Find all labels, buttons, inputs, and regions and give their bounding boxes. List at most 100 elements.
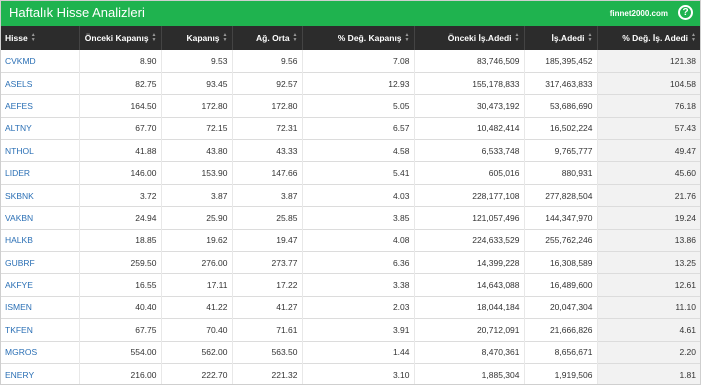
table-row[interactable]: VAKBN 24.94 25.90 25.85 3.85 121,057,496 144,3… <box>1 206 700 230</box>
table-cell: 554.00 <box>79 341 162 364</box>
column-header-5[interactable]: Önceki İş.Adedi ▲ ▼ <box>414 26 525 50</box>
sort-icon[interactable]: ▲ ▼ <box>588 33 593 43</box>
table-cell: 19.62 <box>161 229 233 252</box>
stock-symbol-link[interactable]: ALTNY <box>1 117 80 140</box>
table-cell: 18,044,184 <box>414 296 525 319</box>
sort-icon[interactable]: ▲ ▼ <box>515 33 520 43</box>
table-cell: 4.61 <box>597 318 700 342</box>
stock-table: Hisse ▲ ▼ Önceki Kapanış ▲ ▼ Kapanış ▲ ▼ Ağ. Orta… <box>1 26 700 384</box>
column-header-3[interactable]: Ağ. Orta ▲ ▼ <box>232 26 303 50</box>
table-cell: 10,482,414 <box>414 117 525 140</box>
table-cell: 19.47 <box>232 229 303 252</box>
stock-symbol-link[interactable]: HALKB <box>1 229 80 252</box>
widget-header: Haftalık Hisse Analizleri finnet2000.com… <box>1 1 700 26</box>
table-cell: 16.55 <box>79 273 162 297</box>
stock-symbol-link[interactable]: CVKMD <box>1 50 80 73</box>
table-cell: 1.81 <box>597 363 700 384</box>
table-cell: 4.58 <box>302 139 415 162</box>
table-row[interactable]: GUBRF 259.50 276.00 273.77 6.36 14,399,228 16,… <box>1 251 700 274</box>
stock-symbol-link[interactable]: ASELS <box>1 72 80 95</box>
table-cell: 71.61 <box>232 318 303 342</box>
column-header-2[interactable]: Kapanış ▲ ▼ <box>161 26 233 50</box>
table-cell: 563.50 <box>232 341 303 364</box>
table-cell: 147.66 <box>232 161 303 185</box>
stock-symbol-link[interactable]: ENERY <box>1 363 80 384</box>
stock-symbol-link[interactable]: LIDER <box>1 161 80 185</box>
table-cell: 24.94 <box>79 206 162 230</box>
stock-symbol-link[interactable]: AKFYE <box>1 273 80 297</box>
stock-symbol-link[interactable]: AEFES <box>1 94 80 118</box>
table-cell: 3.38 <box>302 273 415 297</box>
column-header-label: Hisse <box>5 32 28 43</box>
column-header-7[interactable]: % Değ. İş. Adedi ▲ ▼ <box>597 26 700 50</box>
stock-symbol-link[interactable]: MGROS <box>1 341 80 364</box>
table-cell: 70.40 <box>161 318 233 342</box>
table-cell: 30,473,192 <box>414 94 525 118</box>
help-icon[interactable]: ? <box>678 5 693 20</box>
table-row[interactable]: ASELS 82.75 93.45 92.57 12.93 155,178,833 317,… <box>1 72 700 95</box>
brand-label[interactable]: finnet2000.com <box>610 9 668 18</box>
table-cell: 2.20 <box>597 341 700 364</box>
table-cell: 53,686,690 <box>524 94 598 118</box>
table-row[interactable]: AEFES 164.50 172.80 172.80 5.05 30,473,192 53,… <box>1 94 700 118</box>
column-header-1[interactable]: Önceki Kapanış ▲ ▼ <box>79 26 162 50</box>
table-row[interactable]: CVKMD 8.90 9.53 9.56 7.08 83,746,509 185,395,4… <box>1 50 700 73</box>
sort-icon[interactable]: ▲ ▼ <box>223 33 228 43</box>
table-cell: 20,047,304 <box>524 296 598 319</box>
table-cell: 172.80 <box>161 94 233 118</box>
table-cell: 121.38 <box>597 50 700 73</box>
sort-icon[interactable]: ▲ ▼ <box>152 33 157 43</box>
table-cell: 8,656,671 <box>524 341 598 364</box>
stock-symbol-link[interactable]: TKFEN <box>1 318 80 342</box>
table-cell: 3.85 <box>302 206 415 230</box>
table-row[interactable]: ENERY 216.00 222.70 221.32 3.10 1,885,304 1,91… <box>1 363 700 384</box>
table-cell: 25.90 <box>161 206 233 230</box>
table-cell: 224,633,529 <box>414 229 525 252</box>
table-header-row: Hisse ▲ ▼ Önceki Kapanış ▲ ▼ Kapanış ▲ ▼ Ağ. Orta… <box>1 26 700 50</box>
table-cell: 43.80 <box>161 139 233 162</box>
stock-symbol-link[interactable]: ISMEN <box>1 296 80 319</box>
table-cell: 6.36 <box>302 251 415 274</box>
sort-icon[interactable]: ▲ ▼ <box>31 33 36 43</box>
table-cell: 41.88 <box>79 139 162 162</box>
table-cell: 3.10 <box>302 363 415 384</box>
table-cell: 16,502,224 <box>524 117 598 140</box>
table-row[interactable]: SKBNK 3.72 3.87 3.87 4.03 228,177,108 277,828,… <box>1 184 700 207</box>
sort-icon[interactable]: ▲ ▼ <box>293 33 298 43</box>
sort-icon[interactable]: ▲ ▼ <box>405 33 410 43</box>
table-cell: 221.32 <box>232 363 303 384</box>
table-cell: 41.22 <box>161 296 233 319</box>
table-cell: 41.27 <box>232 296 303 319</box>
stock-symbol-link[interactable]: VAKBN <box>1 206 80 230</box>
table-cell: 276.00 <box>161 251 233 274</box>
stock-symbol-link[interactable]: SKBNK <box>1 184 80 207</box>
table-cell: 13.25 <box>597 251 700 274</box>
table-cell: 16,489,600 <box>524 273 598 297</box>
table-row[interactable]: TKFEN 67.75 70.40 71.61 3.91 20,712,091 21,666… <box>1 318 700 342</box>
table-cell: 1.44 <box>302 341 415 364</box>
column-header-6[interactable]: İş.Adedi ▲ ▼ <box>524 26 598 50</box>
table-row[interactable]: NTHOL 41.88 43.80 43.33 4.58 6,533,748 9,765,7… <box>1 139 700 162</box>
table-cell: 5.41 <box>302 161 415 185</box>
table-cell: 9.53 <box>161 50 233 73</box>
sort-icon[interactable]: ▲ ▼ <box>691 33 696 43</box>
stock-symbol-link[interactable]: GUBRF <box>1 251 80 274</box>
table-cell: 67.75 <box>79 318 162 342</box>
table-row[interactable]: ALTNY 67.70 72.15 72.31 6.57 10,482,414 16,502… <box>1 117 700 140</box>
stock-symbol-link[interactable]: NTHOL <box>1 139 80 162</box>
table-cell: 6.57 <box>302 117 415 140</box>
table-row[interactable]: MGROS 554.00 562.00 563.50 1.44 8,470,361 8,65… <box>1 341 700 364</box>
table-row[interactable]: ISMEN 40.40 41.22 41.27 2.03 18,044,184 20,047… <box>1 296 700 319</box>
table-cell: 8.90 <box>79 50 162 73</box>
table-row[interactable]: AKFYE 16.55 17.11 17.22 3.38 14,643,088 16,489… <box>1 273 700 297</box>
table-cell: 172.80 <box>232 94 303 118</box>
column-header-label: İş.Adedi <box>551 32 585 43</box>
table-cell: 67.70 <box>79 117 162 140</box>
column-header-4[interactable]: % Değ. Kapanış ▲ ▼ <box>302 26 415 50</box>
table-row[interactable]: HALKB 18.85 19.62 19.47 4.08 224,633,529 255,7… <box>1 229 700 252</box>
table-cell: 8,470,361 <box>414 341 525 364</box>
column-header-label: % Değ. İş. Adedi <box>622 32 689 43</box>
column-header-0[interactable]: Hisse ▲ ▼ <box>1 26 80 50</box>
table-cell: 880,931 <box>524 161 598 185</box>
table-row[interactable]: LIDER 146.00 153.90 147.66 5.41 605,016 880,93… <box>1 161 700 185</box>
